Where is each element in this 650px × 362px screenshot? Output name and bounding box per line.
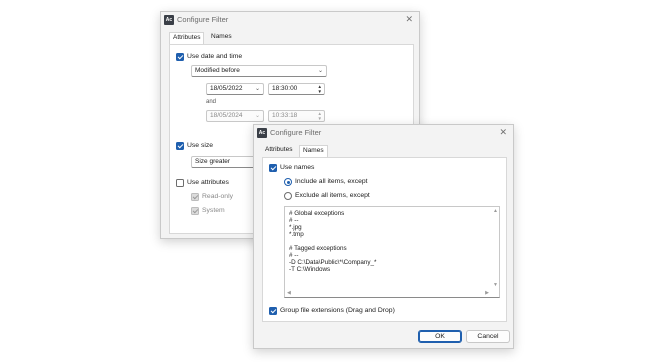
cancel-button[interactable]: Cancel xyxy=(466,330,510,343)
scroll-right-icon[interactable]: ▶ xyxy=(485,290,489,296)
exceptions-line: # Tagged exceptions xyxy=(289,245,347,252)
exceptions-line: # -- xyxy=(289,217,299,224)
tab-attributes[interactable]: Attributes xyxy=(169,32,205,44)
date2-picker[interactable]: 18/05/2024 ⌄ xyxy=(206,110,264,122)
tab-names[interactable]: Names xyxy=(299,145,328,157)
include-radio[interactable] xyxy=(284,178,292,186)
use-date-label: Use date and time xyxy=(187,53,243,60)
include-label: Include all items, except xyxy=(295,178,368,185)
time2-stepper[interactable]: 10:33:18 ▲ ▼ xyxy=(268,110,325,122)
close-icon[interactable]: ✕ xyxy=(499,127,507,138)
date-mode-select[interactable]: Modified before ⌄ xyxy=(191,65,327,77)
use-size-label: Use size xyxy=(187,142,214,149)
group-extensions-checkbox[interactable] xyxy=(269,307,277,315)
exceptions-textarea[interactable]: # Global exceptions # -- *.jpg *.tmp # T… xyxy=(284,206,500,298)
exceptions-line: -T C:\Windows xyxy=(289,266,331,273)
exceptions-line: *.tmp xyxy=(289,231,304,238)
tab-names[interactable]: Names xyxy=(208,32,235,44)
chevron-down-icon: ⌄ xyxy=(317,68,323,74)
dialog-title: Configure Filter xyxy=(177,15,229,24)
spin-arrows-icon[interactable]: ▲ ▼ xyxy=(318,84,322,94)
date-mode-value: Modified before xyxy=(195,67,240,74)
back-title-bar: Ac Configure Filter ✕ xyxy=(161,12,419,30)
use-attributes-checkbox[interactable] xyxy=(176,179,184,187)
front-configure-filter-dialog: Ac Configure Filter ✕ Attributes Names U… xyxy=(253,124,514,349)
exceptions-line: *.jpg xyxy=(289,224,302,231)
time1-stepper[interactable]: 18:30:00 ▲ ▼ xyxy=(268,83,325,95)
exclude-label: Exclude all items, except xyxy=(295,192,370,199)
size-mode-select[interactable]: Size greater xyxy=(191,156,261,168)
date1-value: 18/05/2022 xyxy=(210,85,243,92)
time1-value: 18:30:00 xyxy=(272,85,298,92)
horizontal-scrollbar[interactable]: ◀ ▶ xyxy=(285,289,491,297)
scroll-left-icon[interactable]: ◀ xyxy=(287,290,291,296)
chevron-down-icon: ⌄ xyxy=(254,113,260,119)
scroll-up-icon[interactable]: ▲ xyxy=(493,208,498,214)
system-label: System xyxy=(202,207,225,214)
exceptions-line: -D C:\Data\Public\*\Company_* xyxy=(289,259,377,266)
use-names-label: Use names xyxy=(280,164,315,171)
front-title-bar: Ac Configure Filter ✕ xyxy=(254,125,513,143)
spin-arrows-icon[interactable]: ▲ ▼ xyxy=(318,111,322,121)
dialog-title: Configure Filter xyxy=(270,128,322,137)
exceptions-line: # -- xyxy=(289,252,299,259)
use-date-checkbox[interactable] xyxy=(176,53,184,61)
size-mode-value: Size greater xyxy=(195,158,231,165)
readonly-label: Read-only xyxy=(202,193,233,200)
date1-picker[interactable]: 18/05/2022 ⌄ xyxy=(206,83,264,95)
use-names-checkbox[interactable] xyxy=(269,164,277,172)
app-icon: Ac xyxy=(164,15,174,25)
exceptions-line: # Global exceptions xyxy=(289,210,345,217)
use-size-checkbox[interactable] xyxy=(176,142,184,150)
readonly-checkbox[interactable] xyxy=(191,193,199,201)
ok-button[interactable]: OK xyxy=(418,330,462,343)
app-icon: Ac xyxy=(257,128,267,138)
date2-value: 18/05/2024 xyxy=(210,112,243,119)
exclude-radio[interactable] xyxy=(284,192,292,200)
system-checkbox[interactable] xyxy=(191,207,199,215)
chevron-down-icon: ⌄ xyxy=(254,86,260,92)
time2-value: 10:33:18 xyxy=(272,112,298,119)
scroll-down-icon[interactable]: ▼ xyxy=(493,282,498,288)
close-icon[interactable]: ✕ xyxy=(405,14,413,25)
tab-attributes[interactable]: Attributes xyxy=(262,145,295,157)
and-label: and xyxy=(206,99,217,105)
group-extensions-label: Group file extensions (Drag and Drop) xyxy=(280,307,395,314)
vertical-scrollbar[interactable]: ▲ ▼ xyxy=(491,207,499,289)
front-names-panel: Use names Include all items, except Excl… xyxy=(262,157,507,322)
use-attributes-label: Use attributes xyxy=(187,179,229,186)
